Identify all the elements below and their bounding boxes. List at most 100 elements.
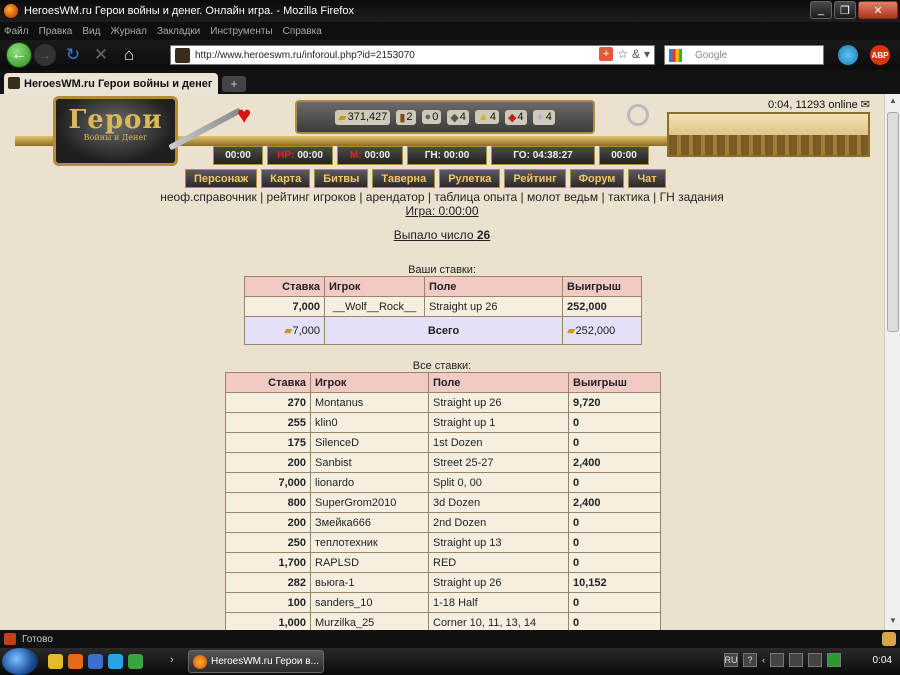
quick-launch [48, 654, 143, 669]
win-cell: 0 [568, 432, 661, 453]
scroll-down-icon[interactable]: ▼ [887, 616, 899, 628]
player-link[interactable]: теплотехник [310, 532, 429, 553]
tray-chevron-icon[interactable]: ‹ [762, 655, 765, 665]
win-cell: 0 [568, 512, 661, 533]
game-header: Герои Войны и Денег ♥ ▰ 371,427 ▮ 2 ● 0 ◆ 4 … [15, 96, 870, 194]
game-logo[interactable]: Герои Войны и Денег [53, 96, 178, 166]
scroll-up-icon[interactable]: ▲ [887, 96, 899, 108]
link-tenant[interactable]: арендатор [366, 190, 425, 204]
menu-forum[interactable]: Форум [569, 169, 625, 188]
player-link[interactable]: sanders_10 [310, 592, 429, 613]
gems-icon: ✦ [535, 111, 545, 124]
menu-file[interactable]: Файл [4, 26, 29, 37]
menu-battles[interactable]: Битвы [314, 169, 369, 188]
link-exp-table[interactable]: таблица опыта [434, 190, 517, 204]
mercury-icon: ◆ [450, 111, 459, 124]
menu-map[interactable]: Карта [261, 169, 311, 188]
new-tab-button[interactable]: + [222, 76, 246, 92]
link-player-rating[interactable]: рейтинг игроков [267, 190, 356, 204]
ore-icon: ● [424, 111, 432, 123]
dropdown-icon[interactable]: ▾ [644, 47, 650, 61]
player-link[interactable]: __Wolf__Rock__ [324, 296, 425, 317]
scrollbar-thumb[interactable] [887, 112, 899, 332]
language-indicator[interactable]: RU [724, 653, 738, 667]
player-link[interactable]: Montanus [310, 392, 429, 413]
resource-crystal: ◆ 4 [504, 109, 527, 125]
player-link[interactable]: SilenceD [310, 432, 429, 453]
menu-tools[interactable]: Инструменты [210, 26, 272, 37]
player-link[interactable]: klin0 [310, 412, 429, 433]
save-quicklaunch-icon[interactable] [88, 654, 103, 669]
menu-bar: Файл Правка Вид Журнал Закладки Инструме… [0, 22, 900, 40]
table-row: 270 Montanus Straight up 26 9,720 [225, 392, 661, 413]
close-button[interactable]: ✕ [858, 1, 898, 19]
url-text[interactable]: http://www.heroeswm.ru/inforoul.php?id=2… [195, 50, 415, 61]
firefox-quicklaunch-icon[interactable] [68, 654, 83, 669]
tab-heroeswm[interactable]: HeroesWM.ru Герои войны и денег [4, 73, 218, 94]
vertical-scrollbar[interactable]: ▲ ▼ [884, 94, 900, 630]
menu-roulette[interactable]: Рулетка [439, 169, 501, 188]
ampersand-icon[interactable]: & [632, 47, 640, 61]
all-bets-table: Ставка Игрок Поле Выигрыш 270 Montanus Str… [225, 372, 661, 630]
ring-icon[interactable] [627, 104, 649, 126]
back-button[interactable]: ← [6, 42, 32, 68]
link-gn-tasks[interactable]: ГН задания [660, 190, 724, 204]
menu-edit[interactable]: Правка [39, 26, 73, 37]
quicklaunch-icon-1[interactable] [48, 654, 63, 669]
google-icon [669, 49, 682, 62]
taskbar-firefox-button[interactable]: HeroesWM.ru Герои в... [188, 650, 324, 673]
skype-icon[interactable] [838, 45, 858, 65]
link-tactics[interactable]: тактика [608, 190, 650, 204]
table-row: 1,000 Murzilka_25 Corner 10, 11, 13, 14 0 [225, 612, 661, 630]
player-link[interactable]: Sanbist [310, 452, 429, 473]
field-cell: Straight up 1 [428, 412, 569, 433]
maximize-button[interactable]: ❐ [834, 1, 856, 19]
menu-history[interactable]: Журнал [110, 26, 147, 37]
game-time-link[interactable]: Игра: 0:00:00 [0, 204, 884, 218]
field-cell: Corner 10, 11, 13, 14 [428, 612, 569, 630]
player-link[interactable]: lionardo [310, 472, 429, 493]
menu-rating[interactable]: Рейтинг [504, 169, 566, 188]
bet-cell: 250 [225, 532, 311, 553]
player-link[interactable]: Murzilka_25 [310, 612, 429, 630]
help-icon[interactable]: ? [743, 653, 757, 667]
win-cell: 0 [568, 612, 661, 630]
status-tray-icon[interactable] [827, 653, 841, 667]
sound-icon[interactable] [789, 653, 803, 667]
player-link[interactable]: Змейка666 [310, 512, 429, 533]
display-icon[interactable] [808, 653, 822, 667]
reload-icon[interactable]: ↻ [62, 44, 84, 66]
menu-chat[interactable]: Чат [628, 169, 666, 188]
bet-cell: 800 [225, 492, 311, 513]
minimize-button[interactable]: _ [810, 1, 832, 19]
star-icon[interactable]: ☆ [617, 47, 628, 61]
mail-icon[interactable]: ✉ [861, 99, 870, 111]
skype-quicklaunch-icon[interactable] [108, 654, 123, 669]
url-bar[interactable]: http://www.heroeswm.ru/inforoul.php?id=2… [170, 45, 655, 65]
network-icon[interactable] [770, 653, 784, 667]
player-link[interactable]: RAPLSD [310, 552, 429, 573]
resource-wood: ▮ 2 [396, 109, 416, 125]
addon-icon[interactable] [882, 632, 896, 646]
home-icon[interactable]: ⌂ [118, 44, 140, 66]
utility-quicklaunch-icon[interactable] [128, 654, 143, 669]
stop-icon[interactable]: ✕ [90, 44, 112, 66]
player-link[interactable]: вьюга-1 [310, 572, 429, 593]
tab-title: HeroesWM.ru Герои войны и денег [24, 77, 213, 90]
player-link[interactable]: SuperGrom2010 [310, 492, 429, 513]
menu-help[interactable]: Справка [283, 26, 322, 37]
system-tray: RU ? ‹ [724, 653, 841, 667]
menu-view[interactable]: Вид [82, 26, 100, 37]
forward-button[interactable]: → [34, 44, 56, 66]
menu-bookmarks[interactable]: Закладки [157, 26, 200, 37]
search-field[interactable]: Google [664, 45, 824, 65]
adblock-icon[interactable]: ABP [870, 45, 890, 65]
menu-character[interactable]: Персонаж [185, 169, 258, 188]
add-bookmark-icon[interactable]: + [599, 47, 614, 61]
resource-gold: ▰ 371,427 [335, 109, 391, 125]
chevron-right-icon[interactable]: › [170, 654, 174, 666]
link-unofficial-guide[interactable]: неоф.справочник [160, 190, 257, 204]
start-button[interactable] [2, 648, 38, 675]
link-witch-hammer[interactable]: молот ведьм [527, 190, 598, 204]
menu-tavern[interactable]: Таверна [372, 169, 436, 188]
